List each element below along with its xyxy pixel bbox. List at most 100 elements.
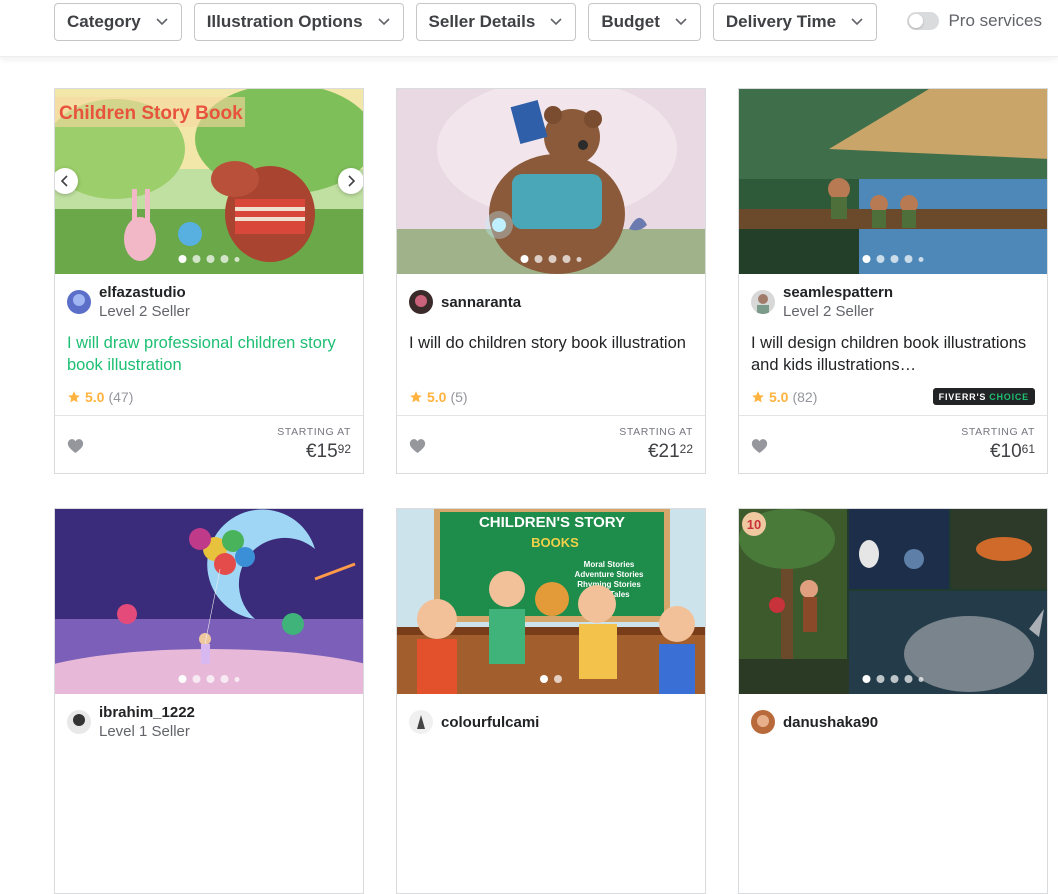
carousel-dots [178, 675, 240, 683]
price-main: €10 [989, 441, 1022, 462]
seller-name[interactable]: ibrahim_1222 [99, 704, 195, 721]
carousel-dot[interactable] [862, 675, 871, 683]
carousel-dots [540, 675, 562, 683]
carousel-dot[interactable] [234, 676, 240, 682]
seller-info[interactable]: sannaranta [409, 284, 521, 320]
gig-footer: STARTING AT €1061 [739, 415, 1047, 473]
carousel-dot[interactable] [220, 255, 229, 263]
carousel-dot[interactable] [206, 255, 215, 263]
carousel-dot[interactable] [192, 255, 201, 263]
carousel-dots [520, 255, 582, 263]
price-value: €1592 [277, 441, 351, 463]
carousel-dot[interactable] [876, 255, 885, 263]
carousel-dot[interactable] [178, 255, 187, 263]
image-list-item: Rhyming Stories [577, 580, 641, 589]
gig-image[interactable]: 10 [739, 509, 1047, 694]
badge-choice-text: CHOICE [989, 391, 1029, 402]
price[interactable]: STARTING AT €1592 [277, 426, 351, 463]
heart-icon[interactable] [67, 438, 84, 458]
seller-info[interactable]: danushaka90 [751, 704, 878, 740]
carousel-dot[interactable] [220, 675, 229, 683]
image-caption: CHILDREN'S STORY [479, 514, 625, 531]
rating-count: (5) [450, 389, 468, 405]
avatar[interactable] [67, 710, 91, 734]
avatar[interactable] [409, 290, 433, 314]
filter-label: Category [67, 12, 141, 31]
gig-card[interactable]: seamlespattern Level 2 Seller I will desi… [738, 88, 1048, 474]
star-icon [410, 391, 422, 403]
carousel-dot[interactable] [234, 256, 240, 262]
seller-name[interactable]: danushaka90 [783, 714, 878, 731]
carousel-dot[interactable] [862, 255, 871, 263]
carousel-dot[interactable] [192, 675, 201, 683]
seller-name[interactable]: colourfulcami [441, 714, 539, 731]
filter-delivery-time[interactable]: Delivery Time [712, 3, 878, 41]
gig-card[interactable]: 10 danushaka90 [738, 508, 1048, 894]
price-cents: 22 [679, 442, 693, 456]
carousel-dot[interactable] [904, 255, 913, 263]
filter-illustration-options[interactable]: Illustration Options [193, 3, 404, 41]
seller-name[interactable]: seamlespattern [783, 284, 893, 301]
carousel-dot[interactable] [918, 676, 924, 682]
carousel-dot[interactable] [562, 255, 571, 263]
seller-info[interactable]: colourfulcami [409, 704, 539, 740]
price-value: €1061 [961, 441, 1035, 463]
avatar[interactable] [67, 290, 91, 314]
chevron-down-icon [155, 15, 169, 29]
chevron-down-icon [549, 15, 563, 29]
gig-image[interactable]: CHILDREN'S STORY BOOKS Moral Stories Adv… [397, 509, 705, 694]
gig-image[interactable] [55, 509, 363, 694]
chevron-down-icon [850, 15, 864, 29]
seller-info[interactable]: elfazastudio Level 2 Seller [67, 284, 190, 320]
heart-icon[interactable] [751, 438, 768, 458]
avatar[interactable] [751, 290, 775, 314]
filter-category[interactable]: Category [54, 3, 182, 41]
filter-seller-details[interactable]: Seller Details [415, 3, 577, 41]
starting-at-label: STARTING AT [961, 426, 1035, 438]
pro-services-label: Pro services [948, 11, 1042, 30]
rating: 5.0 (82) [751, 389, 817, 405]
seller-name[interactable]: elfazastudio [99, 284, 190, 301]
carousel-dot[interactable] [540, 675, 548, 683]
avatar[interactable] [409, 710, 433, 734]
gig-card[interactable]: Children Story Book elfazastudio Level 2 … [54, 88, 364, 474]
price[interactable]: STARTING AT €1061 [961, 426, 1035, 463]
carousel-dot[interactable] [904, 675, 913, 683]
gig-title[interactable]: I will do children story book illustrati… [409, 332, 693, 376]
carousel-dot[interactable] [520, 255, 529, 263]
carousel-dot[interactable] [890, 255, 899, 263]
seller-info[interactable]: ibrahim_1222 Level 1 Seller [67, 704, 195, 740]
gig-image[interactable] [397, 89, 705, 274]
image-list-item: Adventure Stories [575, 570, 644, 579]
pro-services-toggle[interactable]: Pro services [907, 11, 1042, 31]
filter-budget[interactable]: Budget [588, 3, 701, 41]
rating-score: 5.0 [769, 389, 789, 405]
carousel-dot[interactable] [554, 675, 562, 683]
fiverrs-choice-badge: FIVERR'S CHOICE [932, 388, 1035, 405]
price-cents: 92 [337, 442, 351, 456]
heart-icon[interactable] [409, 438, 426, 458]
carousel-dot[interactable] [918, 256, 924, 262]
gig-card[interactable]: CHILDREN'S STORY BOOKS Moral Stories Adv… [396, 508, 706, 894]
carousel-dot[interactable] [548, 255, 557, 263]
carousel-dot[interactable] [534, 255, 543, 263]
gig-grid: Children Story Book elfazastudio Level 2 … [54, 88, 1048, 894]
gig-title[interactable]: I will design children book illustration… [751, 332, 1035, 376]
next-image-button[interactable] [338, 168, 363, 194]
price[interactable]: STARTING AT €2122 [619, 426, 693, 463]
carousel-dot[interactable] [206, 675, 215, 683]
seller-info[interactable]: seamlespattern Level 2 Seller [751, 284, 893, 320]
price-main: €21 [647, 441, 680, 462]
gig-image[interactable]: Children Story Book [55, 89, 363, 274]
gig-card[interactable]: ibrahim_1222 Level 1 Seller [54, 508, 364, 894]
avatar[interactable] [751, 710, 775, 734]
gig-title[interactable]: I will draw professional children story … [67, 332, 351, 376]
gig-image[interactable] [739, 89, 1047, 274]
toggle-switch[interactable] [907, 12, 940, 30]
seller-name[interactable]: sannaranta [441, 294, 521, 311]
carousel-dot[interactable] [576, 256, 582, 262]
carousel-dot[interactable] [178, 675, 187, 683]
gig-card[interactable]: sannaranta I will do children story book… [396, 88, 706, 474]
carousel-dot[interactable] [890, 675, 899, 683]
carousel-dot[interactable] [876, 675, 885, 683]
